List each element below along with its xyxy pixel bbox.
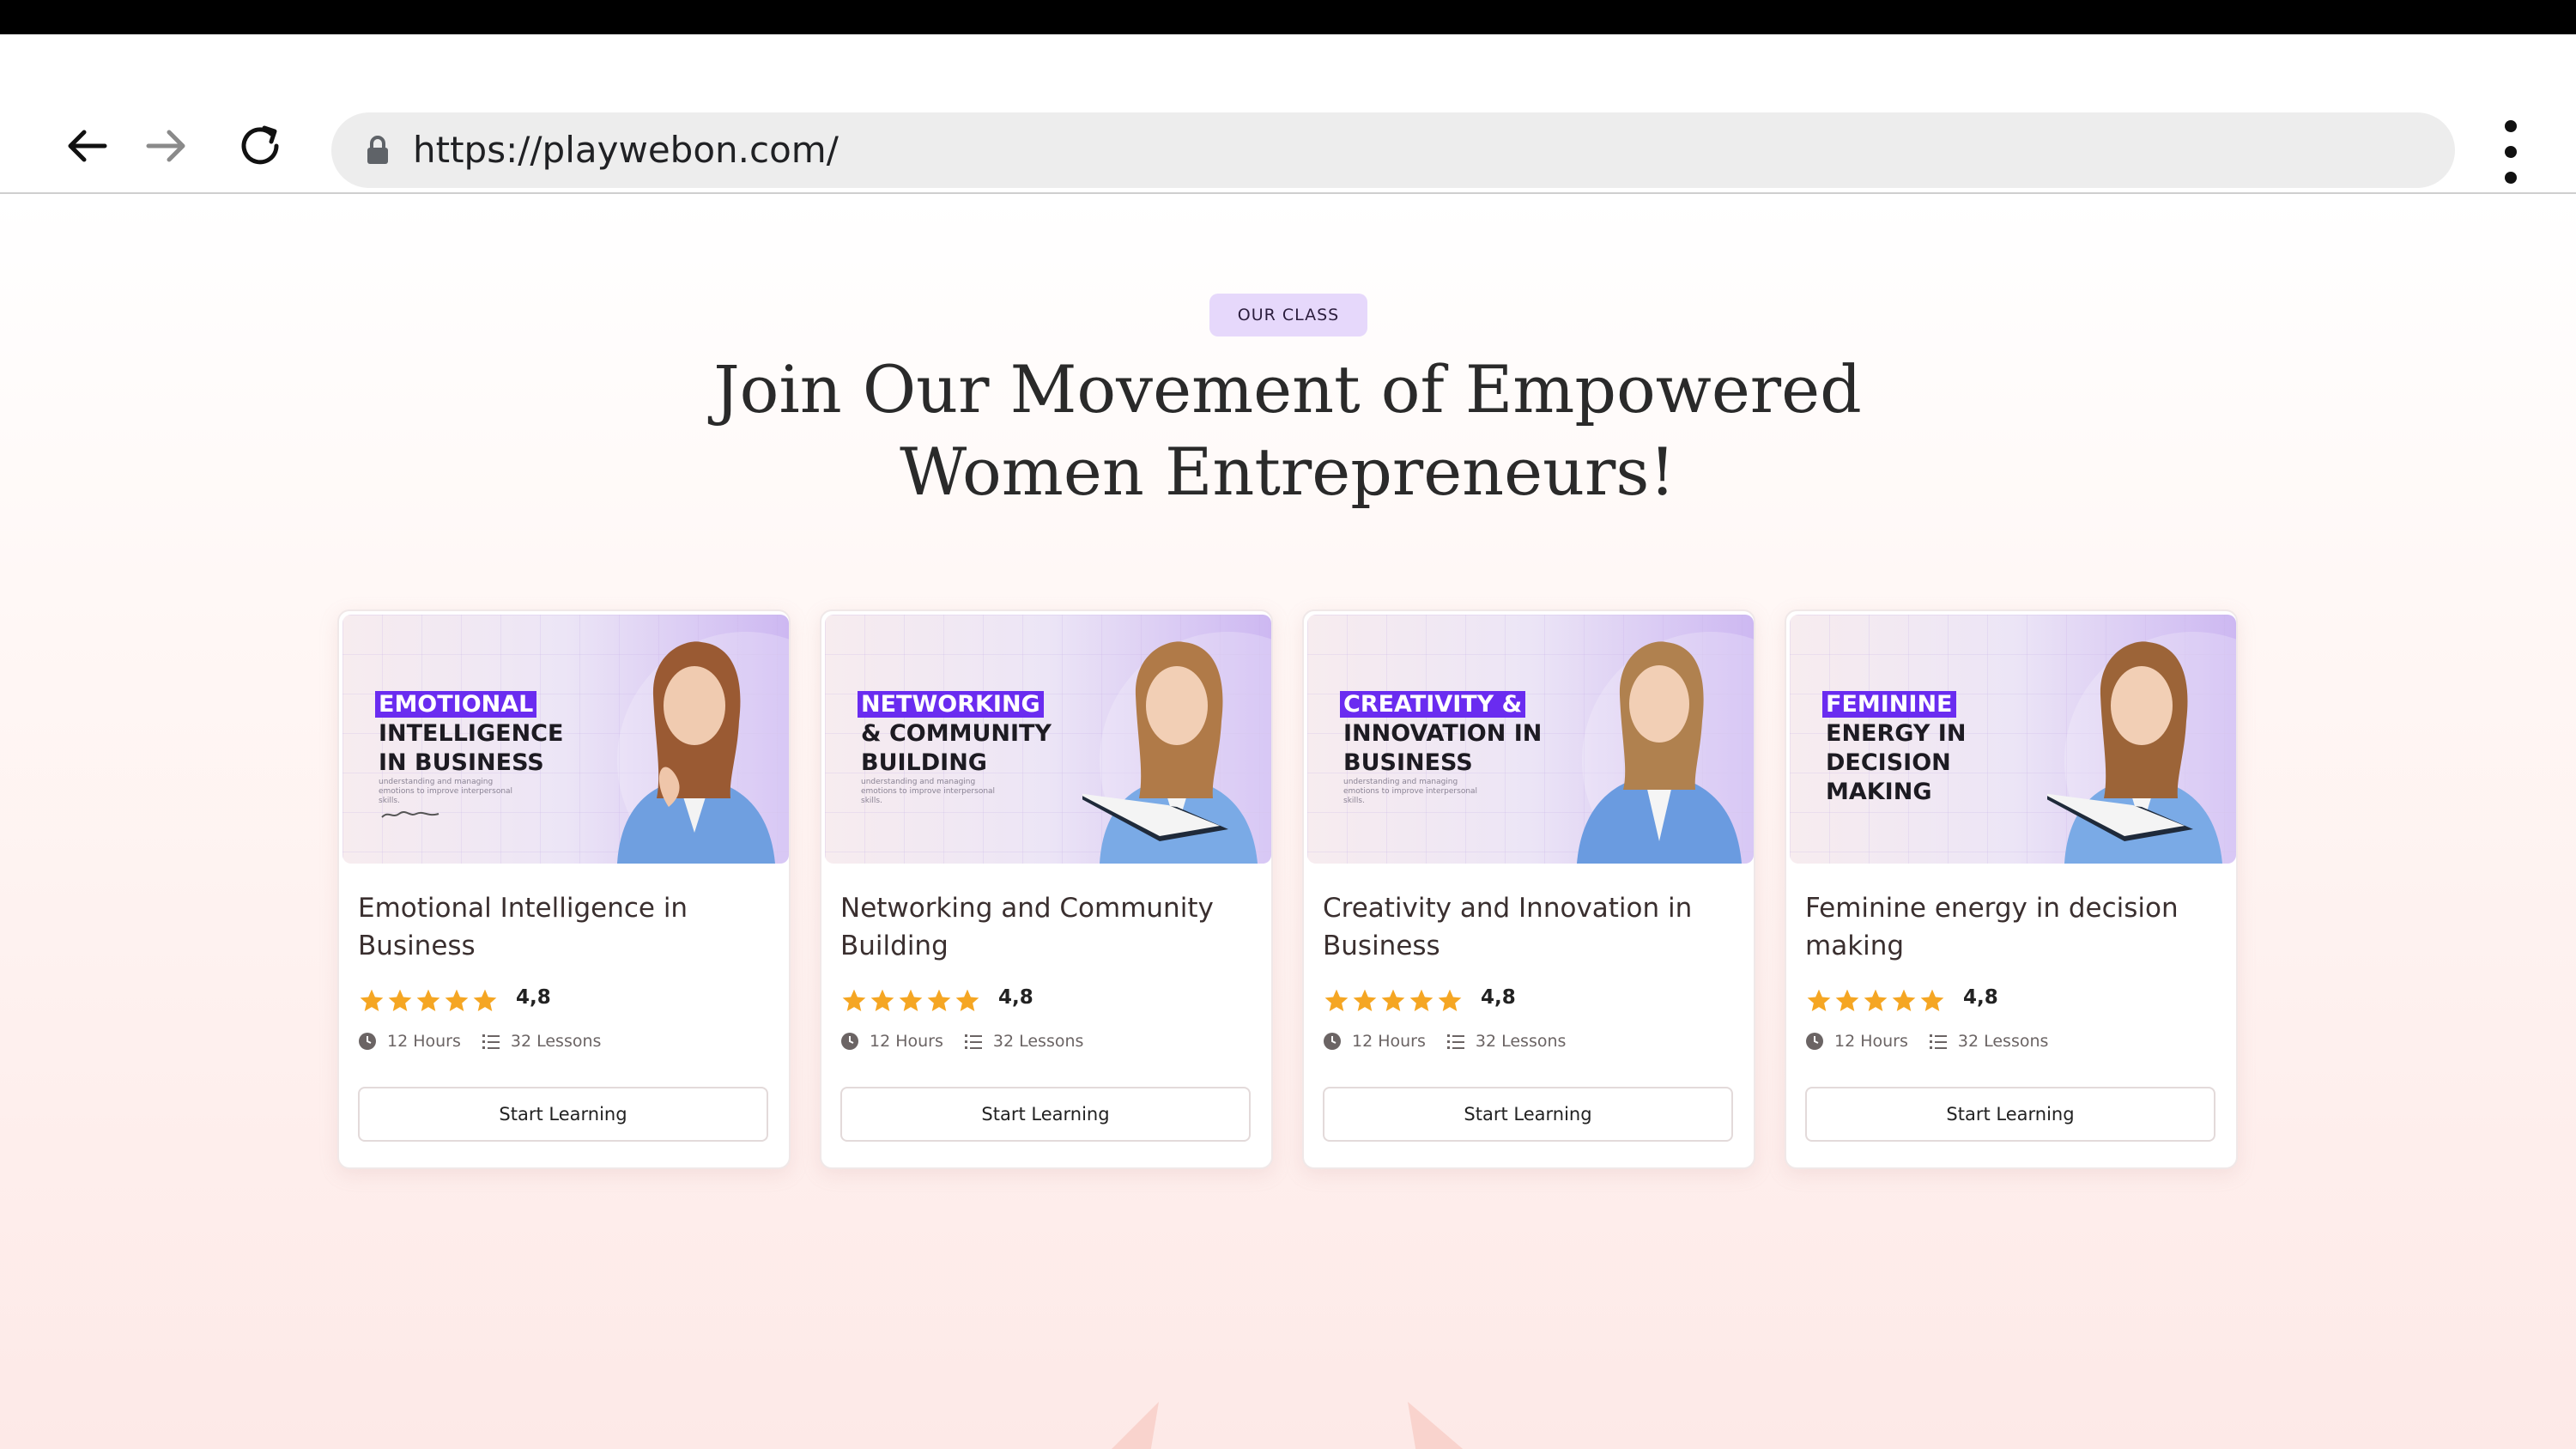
star-icon: [1353, 989, 1377, 1011]
heading-line-2: Women Entrepreneurs!: [900, 433, 1676, 510]
rating-stars: [1805, 987, 1946, 1015]
course-title[interactable]: Feminine energy in decision making: [1805, 889, 2226, 965]
course-hours: 12 Hours: [1352, 1032, 1426, 1051]
course-lessons: 32 Lessons: [1957, 1032, 2049, 1051]
status-strip: [0, 0, 2576, 34]
star-icon: [388, 989, 412, 1011]
star-icon: [360, 989, 384, 1011]
clock-icon: [359, 1033, 376, 1050]
star-icon: [955, 989, 979, 1011]
clock-icon: [1806, 1033, 1823, 1050]
clock-icon: [841, 1033, 858, 1050]
address-bar[interactable]: https://playwebon.com/: [331, 112, 2455, 188]
course-hours: 12 Hours: [387, 1032, 461, 1051]
back-arrow-icon[interactable]: [56, 116, 116, 176]
course-lessons: 32 Lessons: [1475, 1032, 1567, 1051]
course-card[interactable]: NETWORKING & COMMUNITY BUILDING understa…: [820, 609, 1273, 1169]
course-hours: 12 Hours: [1834, 1032, 1908, 1051]
star-icon: [416, 989, 440, 1011]
rating-value: 4,8: [1963, 986, 1998, 1009]
course-title[interactable]: Creativity and Innovation in Business: [1323, 889, 1743, 965]
course-thumbnail[interactable]: FEMININE ENERGY IN DECISION MAKING: [1790, 615, 2236, 864]
start-learning-button[interactable]: Start Learning: [840, 1087, 1251, 1142]
course-title[interactable]: Emotional Intelligence in Business: [358, 889, 779, 965]
star-icon: [473, 989, 497, 1011]
thumbnail-subtitle: understanding and managing emotions to i…: [379, 778, 513, 805]
woman-portrait-icon: [617, 641, 775, 864]
star-icon: [1864, 989, 1888, 1011]
star-icon: [445, 989, 469, 1011]
lock-icon: [367, 136, 388, 164]
course-card[interactable]: FEMININE ENERGY IN DECISION MAKING Femin…: [1785, 609, 2238, 1169]
browser-toolbar: https://playwebon.com/: [0, 34, 2576, 194]
page-content: OUR CLASS Join Our Movement of Empowered…: [0, 196, 2576, 1449]
heading-line-1: Join Our Movement of Empowered: [713, 351, 1862, 427]
star-icon: [1835, 989, 1859, 1011]
section-badge: OUR CLASS: [1209, 294, 1367, 336]
course-meta: 12 Hours 32 Lessons: [1323, 1032, 1566, 1051]
star-icon: [1381, 989, 1405, 1011]
course-lessons: 32 Lessons: [992, 1032, 1084, 1051]
rating-stars: [358, 987, 499, 1015]
thumbnail-title: NETWORKING & COMMUNITY BUILDING: [858, 690, 1052, 778]
decorative-shape-icon: [1112, 1402, 1464, 1449]
thumbnail-title: EMOTIONAL INTELLIGENCE IN BUSINESS: [375, 690, 563, 778]
thumbnail-subtitle: understanding and managing emotions to i…: [1343, 778, 1478, 805]
course-thumbnail[interactable]: CREATIVITY & INNOVATION IN BUSINESS unde…: [1307, 615, 1754, 864]
list-icon: [1929, 1034, 1947, 1049]
rating-stars: [840, 987, 981, 1015]
star-icon: [899, 989, 923, 1011]
star-icon: [870, 989, 894, 1011]
reload-icon[interactable]: [230, 116, 290, 176]
course-lessons: 32 Lessons: [510, 1032, 602, 1051]
course-card[interactable]: CREATIVITY & INNOVATION IN BUSINESS unde…: [1302, 609, 1755, 1169]
star-icon: [1892, 989, 1916, 1011]
rating-value: 4,8: [516, 986, 551, 1009]
list-icon: [964, 1034, 982, 1049]
list-icon: [482, 1034, 500, 1049]
star-icon: [842, 989, 866, 1011]
start-learning-button[interactable]: Start Learning: [358, 1087, 768, 1142]
forward-arrow-icon[interactable]: [137, 116, 197, 176]
star-icon: [1438, 989, 1462, 1011]
course-thumbnail[interactable]: EMOTIONAL INTELLIGENCE IN BUSINESS under…: [342, 615, 789, 864]
more-menu-icon[interactable]: [2489, 120, 2532, 184]
clock-icon: [1324, 1033, 1341, 1050]
thumbnail-title: CREATIVITY & INNOVATION IN BUSINESS: [1340, 690, 1542, 778]
section-heading: Join Our Movement of Empowered Women Ent…: [601, 349, 1974, 513]
course-thumbnail[interactable]: NETWORKING & COMMUNITY BUILDING understa…: [825, 615, 1271, 864]
star-icon: [1807, 989, 1831, 1011]
course-card[interactable]: EMOTIONAL INTELLIGENCE IN BUSINESS under…: [337, 609, 791, 1169]
course-meta: 12 Hours 32 Lessons: [358, 1032, 601, 1051]
thumbnail-subtitle: understanding and managing emotions to i…: [861, 778, 996, 805]
rating-value: 4,8: [1481, 986, 1516, 1009]
start-learning-button[interactable]: Start Learning: [1323, 1087, 1733, 1142]
woman-with-book-icon: [2047, 641, 2222, 864]
start-learning-button[interactable]: Start Learning: [1805, 1087, 2215, 1142]
star-icon: [927, 989, 951, 1011]
rating-stars: [1323, 987, 1464, 1015]
star-icon: [1409, 989, 1433, 1011]
woman-portrait-icon: [1577, 641, 1742, 864]
url-text[interactable]: https://playwebon.com/: [413, 112, 839, 188]
course-title[interactable]: Networking and Community Building: [840, 889, 1261, 965]
signature-scribble-icon: [381, 811, 439, 818]
star-icon: [1324, 989, 1349, 1011]
course-hours: 12 Hours: [870, 1032, 943, 1051]
star-icon: [1920, 989, 1944, 1011]
thumbnail-title: FEMININE ENERGY IN DECISION MAKING: [1822, 690, 1966, 807]
rating-value: 4,8: [998, 986, 1033, 1009]
course-meta: 12 Hours 32 Lessons: [1805, 1032, 2048, 1051]
course-meta: 12 Hours 32 Lessons: [840, 1032, 1083, 1051]
woman-with-book-icon: [1082, 641, 1258, 864]
list-icon: [1446, 1034, 1464, 1049]
